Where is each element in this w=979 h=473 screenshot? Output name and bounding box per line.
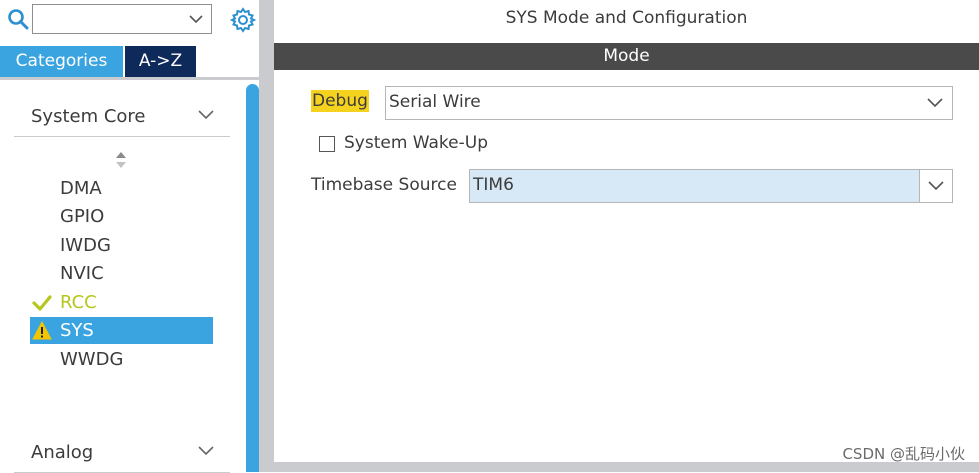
item-label: RCC bbox=[60, 292, 97, 313]
sort-icon[interactable] bbox=[114, 151, 128, 169]
gear-icon[interactable] bbox=[230, 7, 256, 33]
search-combo[interactable] bbox=[32, 4, 212, 34]
list-item-nvic[interactable]: NVIC bbox=[30, 260, 213, 287]
system-wakeup-checkbox[interactable] bbox=[319, 136, 335, 152]
chevron-down-icon[interactable] bbox=[198, 110, 214, 120]
warning-icon bbox=[32, 321, 52, 340]
system-wakeup-label[interactable]: System Wake-Up bbox=[344, 133, 488, 153]
scrollbar[interactable] bbox=[246, 84, 259, 472]
list-item-sys[interactable]: SYS bbox=[30, 317, 213, 344]
category-tabs: Categories A->Z bbox=[0, 46, 262, 79]
item-label: WWDG bbox=[60, 349, 124, 370]
list-item-dma[interactable]: DMA bbox=[30, 175, 213, 202]
page-title: SYS Mode and Configuration bbox=[505, 8, 748, 28]
timebase-value: TIM6 bbox=[473, 175, 514, 195]
debug-value: Serial Wire bbox=[389, 92, 481, 112]
item-label: SYS bbox=[60, 320, 94, 341]
watermark: CSDN @乱码小伙 bbox=[842, 445, 965, 463]
section-system-core[interactable]: System Core bbox=[14, 100, 230, 137]
timebase-select[interactable]: TIM6 bbox=[469, 169, 953, 203]
item-label: DMA bbox=[60, 178, 102, 199]
section-title: System Core bbox=[31, 106, 146, 127]
list-item-iwdg[interactable]: IWDG bbox=[30, 232, 213, 259]
chevron-down-icon[interactable] bbox=[927, 98, 943, 108]
list-item-wwdg[interactable]: WWDG bbox=[30, 346, 213, 373]
section-analog[interactable]: Analog bbox=[14, 436, 230, 473]
debug-select[interactable]: Serial Wire bbox=[385, 86, 953, 120]
list-item-rcc[interactable]: RCC bbox=[30, 289, 213, 316]
list-item-gpio[interactable]: GPIO bbox=[30, 203, 213, 230]
search-icon[interactable] bbox=[7, 8, 29, 30]
right-pane: SYS Mode and Configuration Mode Debug Se… bbox=[262, 0, 979, 472]
item-label: GPIO bbox=[60, 206, 105, 227]
configuration-panel: SYS Mode and Configuration Mode Debug Se… bbox=[274, 0, 979, 462]
chevron-down-icon[interactable] bbox=[928, 181, 944, 191]
left-pane: Categories A->Z System Core DMA GPIO IWD… bbox=[0, 0, 262, 473]
chevron-down-icon[interactable] bbox=[198, 446, 214, 456]
chevron-down-icon[interactable] bbox=[189, 14, 203, 24]
item-label: NVIC bbox=[60, 263, 104, 284]
timebase-label: Timebase Source bbox=[311, 175, 457, 195]
timebase-dropdown-button[interactable] bbox=[919, 170, 952, 202]
debug-label: Debug bbox=[311, 90, 369, 112]
mode-header[interactable]: Mode bbox=[274, 43, 979, 70]
item-label: IWDG bbox=[60, 235, 111, 256]
tab-a-z[interactable]: A->Z bbox=[125, 46, 196, 77]
section-title: Analog bbox=[31, 442, 94, 463]
checkmark-icon bbox=[32, 295, 52, 311]
tab-categories[interactable]: Categories bbox=[0, 46, 123, 77]
